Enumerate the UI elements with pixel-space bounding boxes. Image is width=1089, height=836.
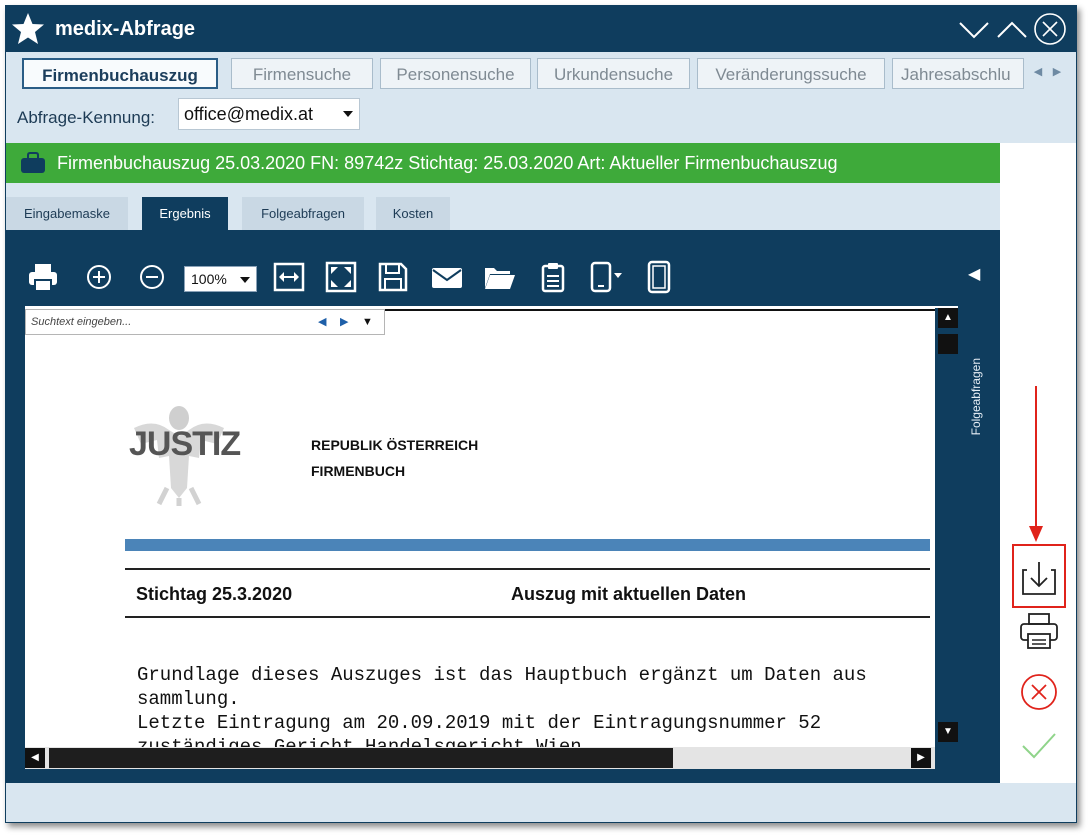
collapse-arrow-icon[interactable]: ◀ (968, 264, 980, 284)
doc-auszug-title: Auszug mit aktuellen Daten (511, 584, 747, 604)
mail-icon[interactable] (430, 260, 464, 294)
tab-ergebnis[interactable]: Ergebnis (142, 197, 228, 230)
tab-veraenderungssuche[interactable]: Veränderungssuche (697, 58, 885, 89)
kennung-value: office@medix.at (184, 104, 313, 124)
zoom-value: 100% (191, 271, 227, 287)
print-icon[interactable] (1017, 610, 1061, 654)
kennung-select[interactable]: office@medix.at (178, 98, 360, 130)
tab-personensuche[interactable]: Personensuche (380, 58, 531, 89)
tab-folgeabfragen[interactable]: Folgeabfragen (242, 197, 364, 230)
side-panel-folgeabfragen[interactable]: ◀ (958, 260, 1000, 760)
logo-text: JUSTIZ (129, 425, 241, 463)
zoom-select[interactable]: 100% (184, 266, 257, 292)
scroll-up-icon[interactable]: ▲ (938, 308, 958, 328)
divider-line (125, 568, 930, 570)
side-panel-label: Folgeabfragen (969, 358, 983, 436)
search-options-icon[interactable]: ▼ (362, 310, 373, 334)
close-icon[interactable] (1032, 12, 1068, 46)
dropdown-arrow-icon (240, 277, 250, 283)
kennung-label: Abfrage-Kennung: (17, 108, 155, 127)
main-tab-bar: Firmenbuchauszug Firmensuche Personensuc… (6, 52, 1076, 94)
tab-firmensuche[interactable]: Firmensuche (231, 58, 373, 89)
zoom-out-icon[interactable] (135, 260, 169, 294)
dropdown-arrow-icon (343, 111, 353, 117)
divider-line (125, 616, 930, 618)
tab-eingabemaske[interactable]: Eingabemaske (6, 197, 128, 230)
tab-urkundensuche[interactable]: Urkundensuche (537, 58, 690, 89)
search-placeholder: Suchtext eingeben... (31, 316, 132, 328)
medix-window: medix-Abfrage Firmenbuchauszug Firmensuc… (5, 5, 1077, 823)
h-scroll-thumb[interactable] (49, 748, 673, 768)
cancel-icon[interactable] (1017, 670, 1061, 714)
scroll-thumb[interactable] (938, 334, 958, 354)
tab-jahresabschluss[interactable]: Jahresabschlu (892, 58, 1024, 89)
document-page: Suchtext eingeben... ◀ ▶ ▼ JUSTIZ REPUBL… (25, 306, 958, 767)
fit-width-icon[interactable] (272, 260, 306, 294)
print-icon[interactable] (26, 260, 60, 294)
folder-open-icon[interactable] (482, 260, 516, 294)
download-icon[interactable] (1017, 556, 1061, 600)
chevron-down-icon[interactable] (956, 12, 992, 46)
search-prev-icon[interactable]: ◀ (318, 310, 326, 334)
confirm-icon[interactable] (1017, 724, 1061, 768)
header-republik: REPUBLIK ÖSTERREICH (311, 437, 479, 453)
tab-scroll-left-icon[interactable]: ◀ (1031, 62, 1045, 82)
scroll-left-icon[interactable]: ◀ (25, 748, 45, 768)
scroll-right-icon[interactable]: ▶ (911, 748, 931, 768)
doc-body-line: Grundlage dieses Auszuges ist das Hauptb… (137, 664, 867, 686)
single-page-icon[interactable] (642, 260, 676, 294)
page-top-border (385, 309, 958, 311)
document-viewer: 100% Suchtext eingeben... ◀ ▶ ▼ JUSTIZ R… (6, 230, 1000, 783)
scroll-down-icon[interactable]: ▼ (938, 722, 958, 742)
chevron-up-icon[interactable] (994, 12, 1030, 46)
annotation-arrow (1029, 386, 1043, 542)
document-blue-bar (125, 539, 930, 551)
doc-body-line: Letzte Eintragung am 20.09.2019 mit der … (137, 712, 822, 734)
search-input[interactable]: Suchtext eingeben... ◀ ▶ ▼ (25, 309, 385, 335)
clipboard-icon[interactable] (536, 260, 570, 294)
tab-firmenbuchauszug[interactable]: Firmenbuchauszug (22, 58, 218, 89)
save-icon[interactable] (376, 260, 410, 294)
window-title: medix-Abfrage (55, 18, 196, 40)
page-layout-icon[interactable] (586, 260, 626, 294)
result-header-bar: Firmenbuchauszug 25.03.2020 FN: 89742z S… (6, 143, 1000, 183)
star-icon (12, 13, 44, 44)
title-bar: medix-Abfrage (6, 6, 1076, 52)
briefcase-icon (21, 152, 45, 173)
fit-page-icon[interactable] (324, 260, 358, 294)
search-next-icon[interactable]: ▶ (340, 310, 348, 334)
header-firmenbuch: FIRMENBUCH (311, 463, 406, 479)
doc-body-line: sammlung. (137, 688, 240, 710)
result-title: Firmenbuchauszug 25.03.2020 FN: 89742z S… (57, 153, 838, 173)
horizontal-scrollbar[interactable]: ◀ ▶ (25, 747, 935, 769)
doc-stichtag: Stichtag 25.3.2020 (136, 584, 293, 604)
tab-scroll-right-icon[interactable]: ▶ (1050, 62, 1064, 82)
status-bar (6, 783, 1076, 822)
vertical-scrollbar[interactable]: ▲ ▼ (935, 308, 959, 767)
zoom-in-icon[interactable] (82, 260, 116, 294)
tab-kosten[interactable]: Kosten (376, 197, 450, 230)
